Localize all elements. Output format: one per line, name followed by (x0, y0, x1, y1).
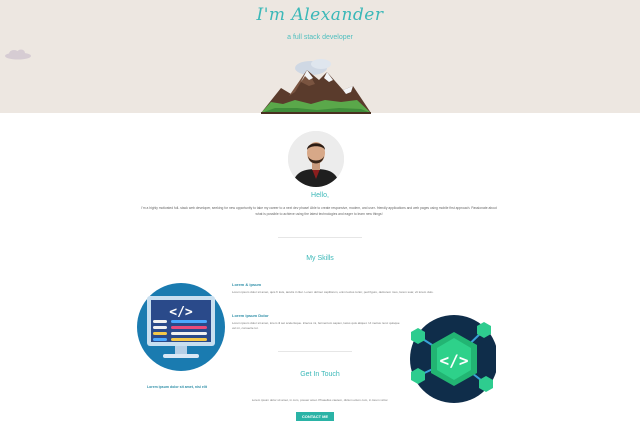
hero-banner: I'm Alexander a full stack developer (0, 0, 640, 114)
divider (278, 351, 352, 352)
skill-text-1: Lorem ipsum dolor sit amet, quis fr kuis… (232, 290, 434, 294)
about-heading: Hello, (311, 192, 329, 199)
mountain-icon (261, 59, 371, 114)
hero-title: I'm Alexander (256, 5, 384, 25)
divider (278, 237, 362, 238)
code-monitor-icon: </> (137, 283, 225, 371)
contact-me-button[interactable]: CONTACT ME (296, 412, 334, 421)
contact-text: Lorem ipsum dolor sit amet, in cum, posu… (251, 398, 389, 402)
avatar (288, 131, 344, 187)
about-text: I'm a highly motivated full- stack web d… (141, 206, 497, 216)
skills-heading: My Skills (306, 255, 334, 262)
skill-title-2: Lorem ipsum Dolor (232, 313, 269, 318)
svg-text:</>: </> (169, 305, 193, 320)
contact-subheading: Lorem ipsum dolor sit amet, nisi elit (147, 385, 207, 389)
svg-text:</>: </> (440, 351, 469, 370)
skill-title-1: Lorem & ipsum (232, 282, 262, 287)
profile-photo (288, 131, 344, 187)
cloud-icon (5, 49, 31, 60)
contact-heading: Get In Touch (300, 371, 340, 378)
skill-text-2: Lorem ipsum dolor sit amet, lorem ili se… (232, 321, 400, 330)
code-hexagon-icon: </> (410, 315, 496, 403)
hero-subtitle: a full stack developer (287, 34, 353, 41)
